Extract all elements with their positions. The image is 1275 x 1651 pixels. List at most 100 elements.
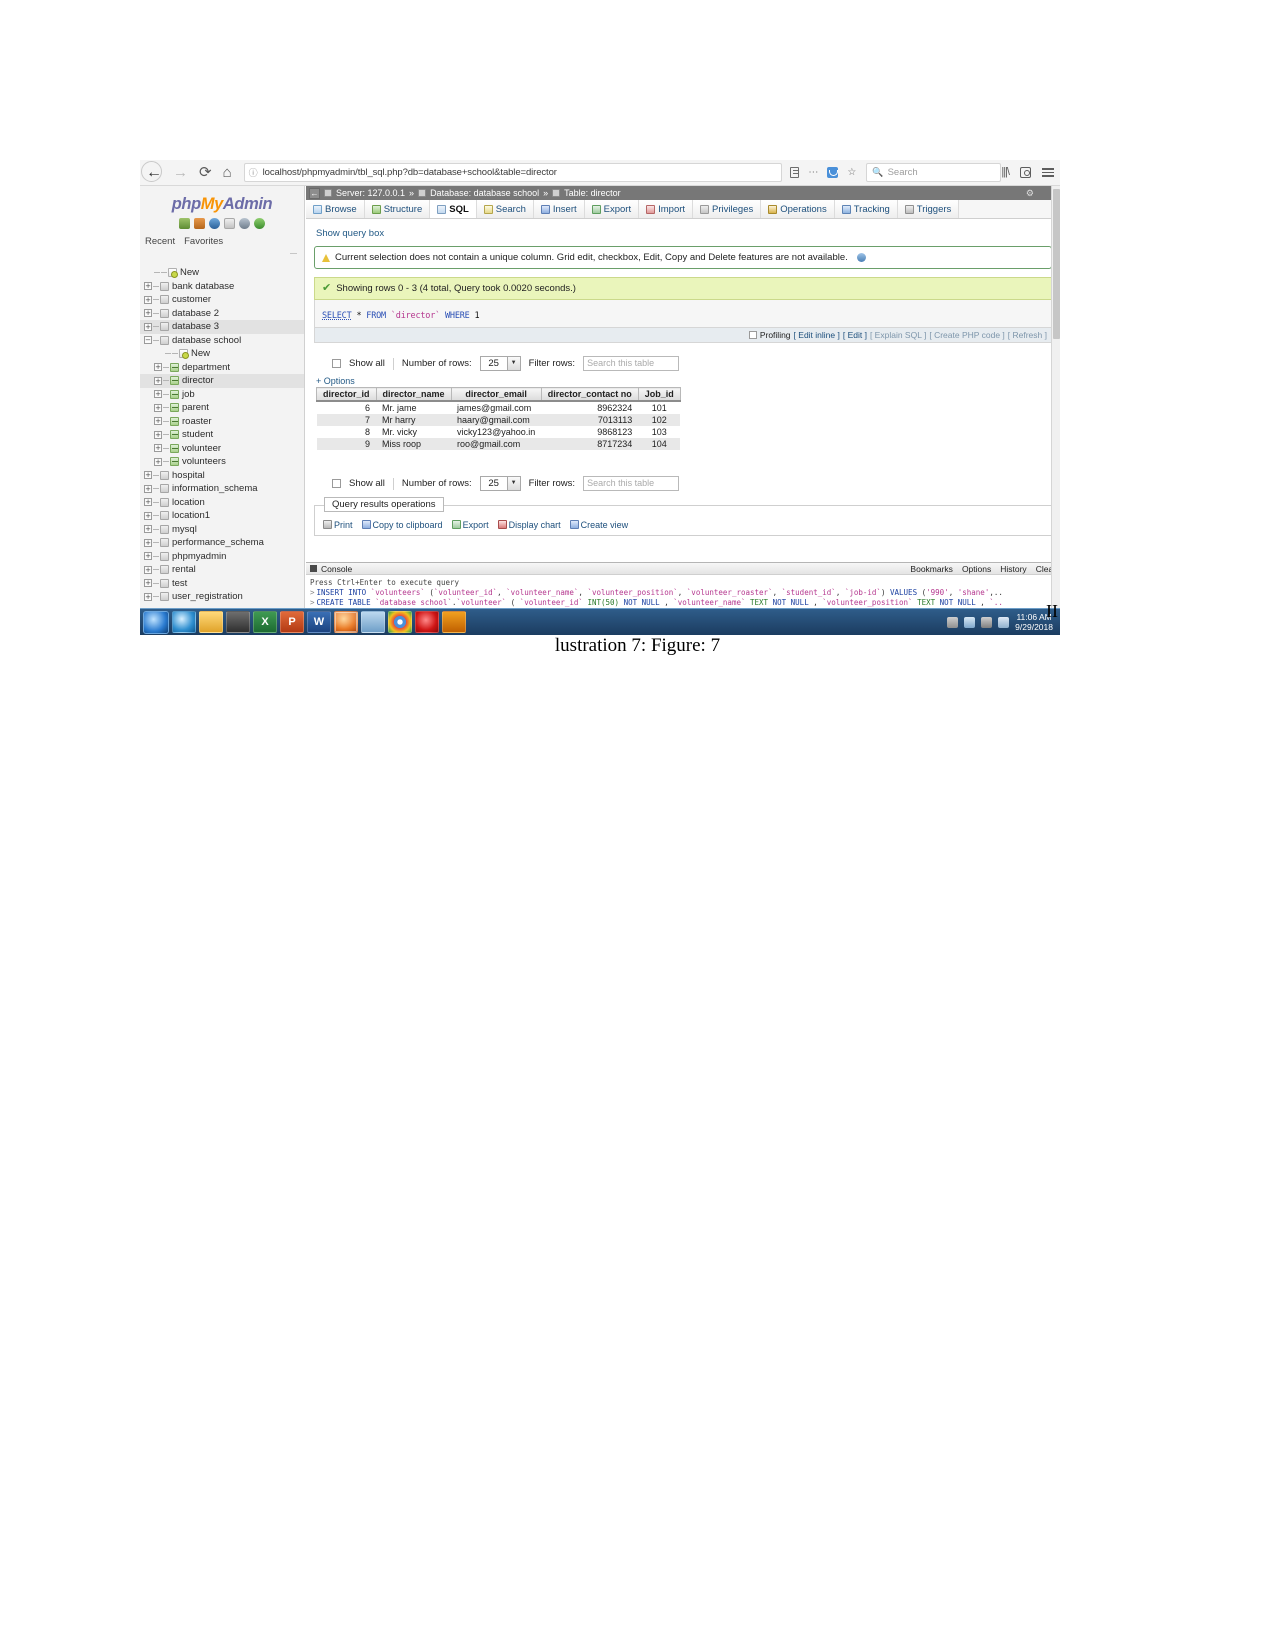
tree-item-database-2[interactable]: + database 2 [140, 307, 304, 321]
chevron-down-icon[interactable]: ▼ [506, 357, 520, 370]
excel-icon[interactable]: X [253, 611, 277, 633]
tree-toggle-icon[interactable]: + [154, 430, 162, 439]
tree-toggle-icon[interactable]: + [144, 565, 152, 574]
filter-rows-input-top[interactable]: Search this table [583, 356, 680, 371]
console-titlebar[interactable]: Console Bookmarks Options History Clear [306, 563, 1060, 575]
tree-toggle-icon[interactable]: + [154, 444, 162, 453]
breadcrumb-back-icon[interactable]: ← [309, 187, 320, 199]
tab-browse[interactable]: Browse [306, 200, 365, 218]
qro-create-view[interactable]: Create view [569, 520, 628, 530]
tree-toggle-icon[interactable]: + [144, 309, 152, 318]
tree-item-volunteers[interactable]: + volunteers [140, 455, 304, 469]
opera-icon[interactable] [415, 611, 439, 633]
tree-toggle-icon[interactable]: + [144, 295, 152, 304]
hamburger-icon[interactable] [1042, 166, 1054, 179]
network-icon[interactable] [981, 616, 993, 628]
qro-print[interactable]: Print [323, 520, 353, 530]
show-all-checkbox-bottom[interactable] [332, 479, 341, 488]
overflow-menu-icon[interactable]: ⋯ [808, 167, 818, 178]
browser-search-box[interactable]: 🔍 Search [866, 163, 1002, 182]
profiling-link-4[interactable]: [ Refresh ] [1008, 330, 1047, 340]
tree-toggle-icon[interactable]: + [154, 403, 162, 412]
favorites-tab[interactable]: Favorites [184, 236, 223, 247]
number-of-rows-select-bottom[interactable]: 25 ▼ [479, 476, 521, 491]
tree-toggle-icon[interactable]: + [144, 484, 152, 493]
tree-toggle-icon[interactable]: + [144, 579, 152, 588]
tree-toggle-icon[interactable]: + [144, 282, 152, 291]
tree-item-new[interactable]: New [140, 347, 304, 361]
number-of-rows-select-top[interactable]: 25 ▼ [479, 356, 521, 371]
filter-rows-input-bottom[interactable]: Search this table [583, 476, 680, 491]
firefox-icon[interactable] [334, 611, 358, 633]
gear-icon[interactable]: ⚙ [1026, 188, 1034, 199]
tree-item-new[interactable]: New [140, 266, 304, 280]
sql-icon[interactable] [209, 218, 220, 229]
windows-start-icon[interactable] [143, 610, 169, 634]
cloud-icon[interactable] [361, 611, 385, 633]
tab-privileges[interactable]: Privileges [693, 200, 762, 218]
tree-item-student[interactable]: + student [140, 428, 304, 442]
tree-toggle-icon[interactable]: − [144, 336, 152, 345]
tree-item-job[interactable]: + job [140, 388, 304, 402]
phpmyadmin-logo[interactable]: phpMyAdmin [140, 186, 304, 214]
show-all-checkbox-top[interactable] [332, 359, 341, 368]
tree-item-bank-database[interactable]: + bank database [140, 280, 304, 294]
home-icon[interactable] [179, 218, 190, 229]
tree-item-customer[interactable]: + customer [140, 293, 304, 307]
profiling-link-2[interactable]: [ Explain SQL ] [870, 330, 926, 340]
tree-item-hospital[interactable]: + hospital [140, 469, 304, 483]
tree-item-information-schema[interactable]: + information_schema [140, 482, 304, 496]
recent-tab[interactable]: Recent [145, 236, 175, 247]
back-button[interactable]: ← [141, 160, 162, 182]
sql-select-keyword[interactable]: SELECT [322, 311, 352, 321]
collapse-icon[interactable]: ⎯⎯ [290, 249, 297, 259]
profiling-link-0[interactable]: [ Edit inline ] [794, 330, 840, 340]
tree-toggle-icon[interactable]: + [154, 390, 162, 399]
pocket-icon[interactable] [827, 167, 839, 178]
qro-export[interactable]: Export [451, 520, 489, 530]
tab-structure[interactable]: Structure [364, 200, 431, 218]
breadcrumb-database[interactable]: Database: database school [430, 188, 539, 198]
column-header[interactable]: director_name [375, 387, 452, 402]
site-info-icon[interactable]: ⓘ [249, 166, 258, 179]
qro-copy-to-clipboard[interactable]: Copy to clipboard [361, 520, 443, 530]
help-icon[interactable] [856, 253, 866, 262]
profiling-link-1[interactable]: [ Edit ] [843, 330, 867, 340]
breadcrumb-table[interactable]: Table: director [564, 188, 621, 198]
tree-item-department[interactable]: + department [140, 361, 304, 375]
xampp-icon[interactable] [442, 611, 466, 633]
tree-toggle-icon[interactable]: + [154, 457, 162, 466]
console-link-bookmarks[interactable]: Bookmarks [910, 564, 953, 574]
console-body[interactable]: Press Ctrl+Enter to execute query > INSER… [306, 575, 1060, 608]
tree-item-director[interactable]: + director [140, 374, 304, 388]
tree-item-volunteer[interactable]: + volunteer [140, 442, 304, 456]
volume-icon[interactable] [998, 616, 1010, 628]
database-icon[interactable] [194, 218, 205, 229]
shield-icon[interactable] [964, 616, 976, 628]
tree-item-mysql[interactable]: + mysql [140, 523, 304, 537]
tree-toggle-icon[interactable]: + [144, 322, 152, 331]
column-header[interactable]: director_id [316, 387, 377, 402]
reload-button[interactable]: ⟳ [199, 165, 212, 180]
options-toggle-link[interactable]: + Options [316, 376, 1052, 386]
tab-sql[interactable]: SQL [430, 200, 477, 218]
tree-item-location[interactable]: + location [140, 496, 304, 510]
tree-toggle-icon[interactable]: + [154, 363, 162, 372]
column-header[interactable]: Job_id [637, 387, 681, 402]
tab-search[interactable]: Search [476, 200, 534, 218]
console-link-history[interactable]: History [1000, 564, 1026, 574]
address-bar[interactable]: ⓘ localhost/phpmyadmin/tbl_sql.php?db=da… [243, 163, 783, 182]
tab-operations[interactable]: Operations [761, 200, 835, 218]
home-button[interactable]: ⌂ [223, 165, 232, 180]
tree-item-test[interactable]: + test [140, 577, 304, 591]
tree-toggle-icon[interactable]: + [144, 511, 152, 520]
show-query-box-link[interactable]: Show query box [316, 228, 1052, 239]
powerpoint-icon[interactable]: P [280, 611, 304, 633]
tree-item-database-3[interactable]: + database 3 [140, 320, 304, 334]
main-scrollbar[interactable] [1051, 186, 1060, 608]
qro-display-chart[interactable]: Display chart [497, 520, 561, 530]
tree-item-user-registration[interactable]: + user_registration [140, 590, 304, 604]
tree-toggle-icon[interactable]: + [144, 471, 152, 480]
tab-insert[interactable]: Insert [533, 200, 585, 218]
media-icon[interactable] [226, 611, 250, 633]
